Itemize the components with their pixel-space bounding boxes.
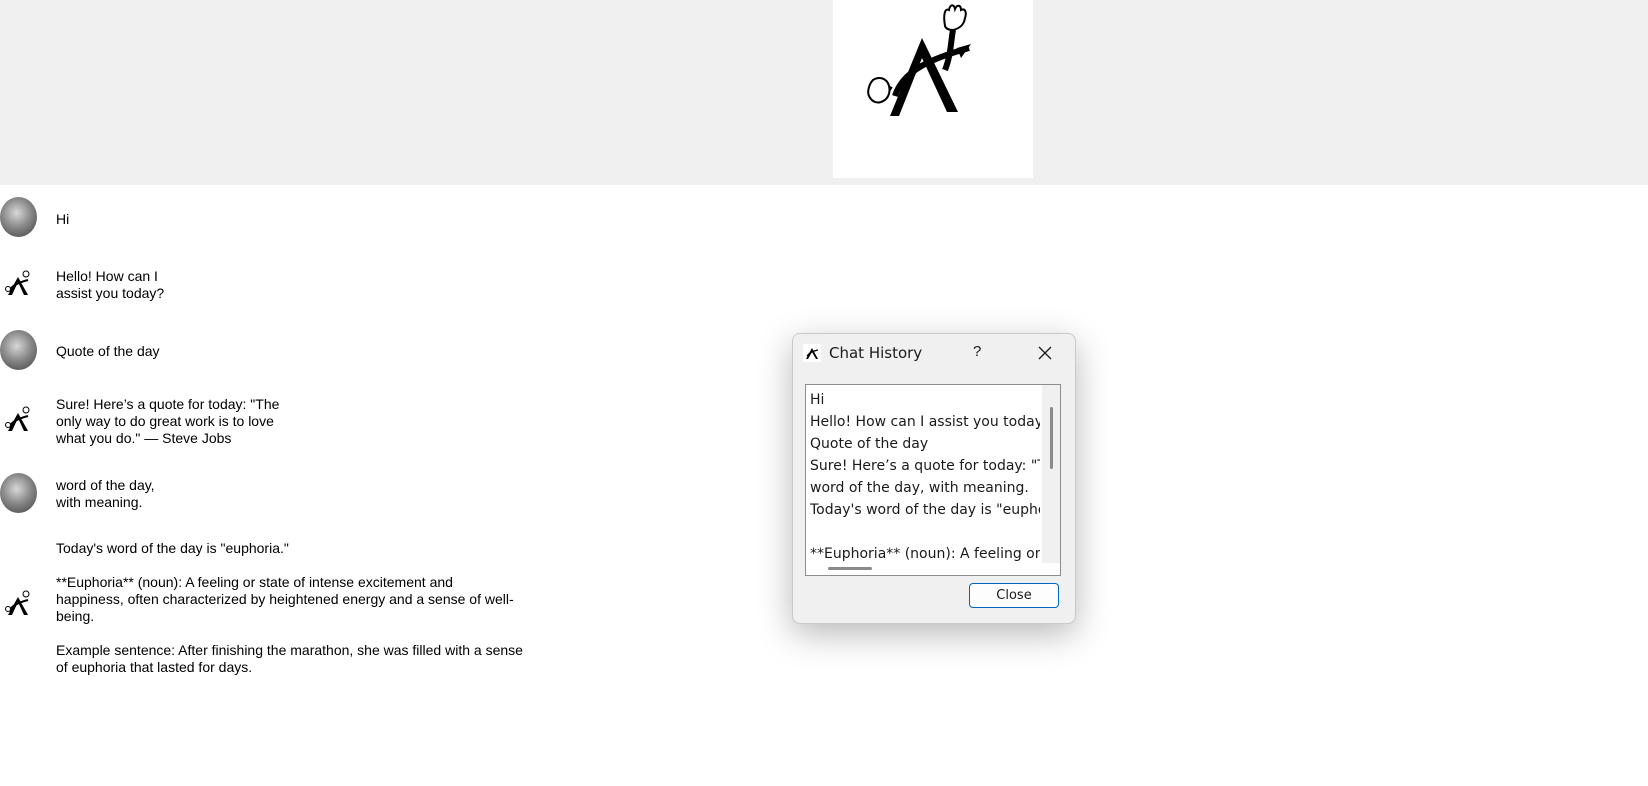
chat-message: Today's word of the day is "euphoria." *… (56, 540, 523, 675)
chat-message: Sure! Here’s a quote for today: "The onl… (56, 396, 280, 446)
user-avatar (0, 330, 37, 370)
header-bar (0, 0, 1648, 185)
bot-avatar-icon (5, 406, 30, 431)
bot-avatar-icon (5, 270, 30, 295)
chat-message: Hello! How can I assist you today? (56, 268, 165, 301)
help-button[interactable]: ? (973, 343, 981, 360)
chat-message: Hi (56, 211, 70, 227)
logo (833, 0, 1033, 178)
close-icon[interactable] (1036, 344, 1054, 362)
chat-transcript: Hi Hello! How can I assist you today? Qu… (0, 185, 560, 786)
history-text: Hi Hello! How can I assist you today? Qu… (810, 392, 1040, 562)
chat-message: Quote of the day (56, 343, 160, 359)
vertical-scroll-thumb[interactable] (1050, 407, 1053, 469)
dialog-title: Chat History (829, 344, 923, 362)
vertical-scrollbar[interactable] (1042, 385, 1060, 563)
history-textbox[interactable]: Hi Hello! How can I assist you today? Qu… (805, 384, 1061, 576)
chat-history-dialog: Chat History ? Hi Hello! How can I assis… (792, 333, 1076, 624)
close-button[interactable]: Close (969, 583, 1059, 608)
bot-avatar-icon (5, 590, 30, 615)
app-icon (803, 344, 821, 362)
user-avatar (0, 197, 37, 237)
hand-arrow-logo-icon (867, 4, 971, 116)
user-avatar (0, 473, 37, 513)
chat-message: word of the day, with meaning. (56, 477, 155, 510)
horizontal-scrollbar[interactable] (806, 563, 1060, 575)
horizontal-scroll-thumb[interactable] (828, 567, 872, 570)
